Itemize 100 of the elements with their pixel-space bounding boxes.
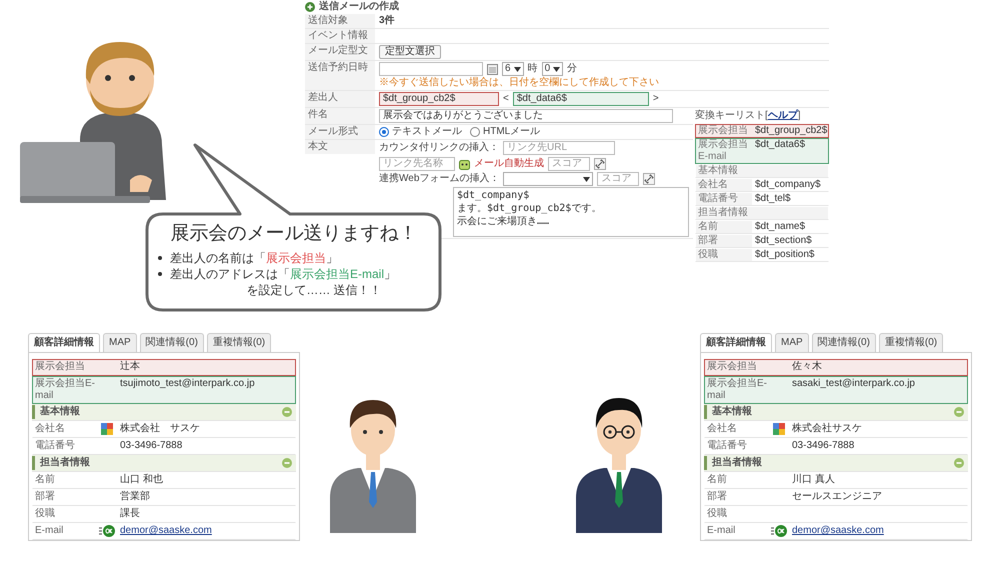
section-title: 基本情報 bbox=[40, 406, 80, 418]
key-group-header: 基本情報 bbox=[696, 165, 828, 177]
angle-bracket: > bbox=[652, 93, 659, 105]
body-textarea[interactable]: $dt_company$ ます。$dt_group_cb2$です。 示会にご来場頂き…… bbox=[453, 187, 689, 237]
field-label: E-mail bbox=[34, 524, 64, 538]
sender-field[interactable]: $dt_group_cb2$ bbox=[379, 92, 499, 106]
body-text-line: 示会にご来場頂き…… bbox=[457, 216, 550, 228]
section-title: 担当者情報 bbox=[712, 457, 762, 469]
field-label: 名前 bbox=[34, 473, 56, 487]
tab[interactable]: 重複情報(0) bbox=[206, 333, 272, 352]
calendar-icon[interactable] bbox=[487, 63, 498, 75]
field-value: 山口 和也 bbox=[119, 473, 164, 487]
field-value: tsujimoto_test@interpark.co.jp bbox=[119, 377, 256, 391]
ok-badge-icon[interactable] bbox=[771, 525, 787, 537]
hour-select[interactable]: 6 bbox=[502, 62, 524, 76]
section-title: 担当者情報 bbox=[40, 457, 90, 469]
form-title: 送信メールの作成 bbox=[319, 1, 399, 13]
tab[interactable]: 重複情報(0) bbox=[878, 333, 944, 352]
collapse-icon[interactable] bbox=[954, 458, 964, 468]
field-label: 展示会担当 bbox=[706, 360, 758, 374]
tab[interactable]: 関連情報(0) bbox=[140, 333, 204, 352]
schedule-note: ※今すぐ送信したい場合は、日付を空欄にして作成して下さい bbox=[379, 77, 659, 89]
angle-bracket: < bbox=[503, 93, 509, 105]
key-value: $dt_group_cb2$ bbox=[754, 125, 828, 137]
tab[interactable]: 関連情報(0) bbox=[812, 333, 876, 352]
bullet-icon bbox=[158, 272, 162, 276]
field-value: 佐々木 bbox=[791, 360, 823, 374]
minute-select[interactable]: 0 bbox=[542, 62, 564, 76]
bubble-text: 差出人の名前は「展示会担当」 bbox=[170, 250, 338, 266]
field-label: E-mail bbox=[706, 524, 736, 538]
field-value: 株式会社サスケ bbox=[791, 422, 863, 436]
link-insert-label: カウンタ付リンクの挿入： bbox=[379, 142, 499, 154]
target-count: 3件 bbox=[379, 15, 395, 27]
field-label: 電話番号 bbox=[34, 439, 76, 453]
link-icon[interactable] bbox=[594, 158, 606, 170]
field-label: 差出人 bbox=[305, 91, 375, 107]
key-label: 役職 bbox=[696, 249, 752, 261]
tab[interactable]: 顧客詳細情報 bbox=[28, 333, 100, 352]
field-label: 名前 bbox=[706, 473, 728, 487]
field-label: メール定型文 bbox=[305, 44, 375, 60]
key-value: $dt_data6$ bbox=[754, 139, 806, 152]
ok-badge-icon[interactable] bbox=[99, 525, 115, 537]
date-field[interactable] bbox=[379, 62, 483, 76]
email-link[interactable]: demor@saaske.com bbox=[117, 524, 215, 538]
body-text-line: $dt_company$ bbox=[457, 190, 530, 202]
field-value: 課長 bbox=[119, 507, 141, 521]
field-value: 辻本 bbox=[119, 360, 141, 374]
caret-icon bbox=[583, 176, 590, 182]
bubble-title: 展示会のメール送りますね！ bbox=[170, 222, 418, 246]
format-radio[interactable]: HTMLメール bbox=[470, 126, 540, 138]
template-select-button[interactable]: 定型文選択 bbox=[379, 45, 441, 59]
bubble-text: を設定して…… 送信！！ bbox=[246, 282, 382, 298]
field-value: 川口 真人 bbox=[791, 473, 836, 487]
field-label: イベント情報 bbox=[305, 29, 375, 43]
field-label: 部署 bbox=[706, 490, 728, 504]
field-label: 展示会担当E-mail bbox=[34, 377, 96, 403]
field-value: sasaki_test@interpark.co.jp bbox=[791, 377, 916, 391]
auto-generate-link[interactable]: メール自動生成 bbox=[474, 158, 544, 170]
field-label: 展示会担当 bbox=[34, 360, 86, 374]
field-label: 件名 bbox=[305, 108, 375, 124]
key-value: $dt_position$ bbox=[754, 249, 816, 261]
collapse-icon[interactable] bbox=[282, 458, 292, 468]
tab[interactable]: 顧客詳細情報 bbox=[700, 333, 772, 352]
caret-icon bbox=[553, 66, 560, 72]
key-value: $dt_section$ bbox=[754, 235, 813, 247]
key-list-title: 変換キーリスト[ bbox=[695, 110, 768, 122]
section-title: 基本情報 bbox=[712, 406, 752, 418]
subject-field[interactable]: 展示会ではありがとうございました bbox=[379, 109, 673, 123]
link-icon[interactable] bbox=[643, 173, 656, 185]
field-value: 03-3496-7888 bbox=[119, 439, 184, 453]
field-label: 会社名 bbox=[706, 422, 738, 436]
help-link[interactable]: ヘルプ bbox=[768, 110, 798, 122]
tab[interactable]: MAP bbox=[775, 333, 809, 352]
email-link[interactable]: demor@saaske.com bbox=[789, 524, 887, 538]
collapse-icon[interactable] bbox=[282, 407, 292, 417]
format-radio[interactable]: テキストメール bbox=[379, 126, 462, 138]
field-label: 電話番号 bbox=[706, 439, 748, 453]
field-label: 本文 bbox=[305, 140, 375, 154]
webform-insert-label: 連携Webフォームの挿入： bbox=[379, 173, 500, 185]
body-text-line: ます。$dt_group_cb2$です。 bbox=[457, 203, 602, 215]
collapse-icon[interactable] bbox=[954, 407, 964, 417]
key-label: 電話番号 bbox=[696, 193, 752, 205]
field-label: 会社名 bbox=[34, 422, 66, 436]
field-value: 株式会社 サスケ bbox=[119, 422, 201, 436]
field-label: 部署 bbox=[34, 490, 56, 504]
minute-unit: 分 bbox=[567, 63, 578, 75]
field-value: 営業部 bbox=[119, 490, 151, 504]
key-value: $dt_company$ bbox=[754, 179, 822, 191]
field-label: 役職 bbox=[34, 507, 56, 521]
key-label: 名前 bbox=[696, 221, 752, 233]
robot-icon[interactable] bbox=[459, 158, 470, 170]
key-value: $dt_name$ bbox=[754, 221, 806, 233]
field-value: 03-3496-7888 bbox=[791, 439, 856, 453]
key-value: $dt_tel$ bbox=[754, 193, 792, 205]
key-label: 展示会担当E-mail bbox=[697, 139, 749, 163]
key-group-header: 担当者情報 bbox=[696, 207, 828, 219]
bubble-text: 差出人のアドレスは「展示会担当E-mail」 bbox=[170, 266, 396, 282]
tab[interactable]: MAP bbox=[103, 333, 137, 352]
sender-field[interactable]: $dt_data6$ bbox=[512, 92, 649, 106]
field-label: 送信対象 bbox=[305, 14, 375, 28]
